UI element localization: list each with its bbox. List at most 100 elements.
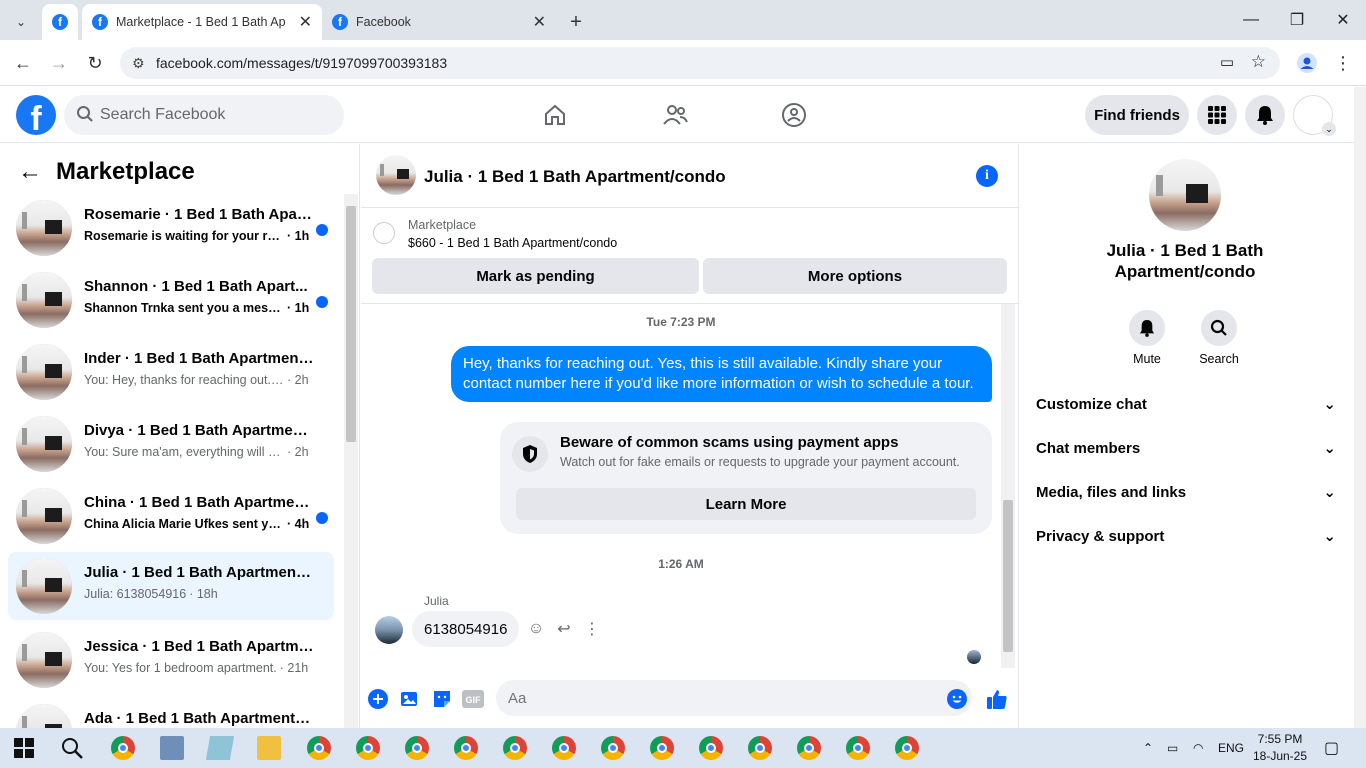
- back-button[interactable]: ←: [8, 48, 38, 78]
- media-files-links-section[interactable]: Media, files and links ⌄: [1036, 478, 1336, 506]
- conversation-list-scrollbar[interactable]: [344, 194, 358, 728]
- message-input[interactable]: [496, 680, 972, 716]
- more-actions-icon[interactable]: ⋮: [581, 618, 603, 640]
- page-scrollbar[interactable]: [1354, 87, 1366, 728]
- restore-button[interactable]: ❐: [1274, 0, 1320, 40]
- gif-icon[interactable]: GIF: [462, 688, 484, 710]
- customize-chat-section[interactable]: Customize chat ⌄: [1036, 390, 1336, 418]
- account-avatar[interactable]: ⌄: [1293, 95, 1336, 136]
- forward-button[interactable]: →: [44, 48, 74, 78]
- back-arrow-icon[interactable]: ←: [18, 158, 42, 186]
- sender-avatar[interactable]: [375, 616, 403, 644]
- privacy-support-section[interactable]: Privacy & support ⌄: [1036, 522, 1336, 550]
- windows-start-icon[interactable]: [14, 736, 38, 760]
- chrome-icon[interactable]: [307, 736, 331, 760]
- learn-more-button[interactable]: Learn More: [516, 488, 976, 520]
- chat-scrollbar[interactable]: [1001, 304, 1015, 668]
- close-tab-icon[interactable]: ✕: [299, 12, 312, 32]
- reload-button[interactable]: ↻: [80, 48, 110, 78]
- tab-facebook[interactable]: f Facebook ✕: [322, 4, 556, 40]
- conversation-item-inder[interactable]: Inder · 1 Bed 1 Bath Apartment/... You: …: [8, 338, 334, 406]
- incoming-message[interactable]: 6138054916: [412, 611, 520, 647]
- chat-avatar[interactable]: [376, 155, 416, 195]
- battery-icon[interactable]: ▭: [1167, 728, 1178, 768]
- info-icon[interactable]: i: [976, 165, 998, 187]
- chrome-icon[interactable]: [111, 736, 135, 760]
- bookmark-star-icon[interactable]: ☆: [1251, 52, 1266, 72]
- chrome-icon[interactable]: [601, 736, 625, 760]
- chrome-icon[interactable]: [454, 736, 478, 760]
- chat-title[interactable]: Julia · 1 Bed 1 Bath Apartment/condo: [424, 167, 726, 187]
- outgoing-message[interactable]: Hey, thanks for reaching out. Yes, this …: [451, 346, 992, 402]
- details-avatar[interactable]: [1149, 159, 1221, 231]
- conversation-item-jessica[interactable]: Jessica · 1 Bed 1 Bath Apartment... You:…: [8, 626, 334, 694]
- app-icon[interactable]: [160, 736, 184, 760]
- facebook-search-input[interactable]: Search Facebook: [64, 95, 344, 135]
- file-explorer-icon[interactable]: [257, 736, 281, 760]
- plus-icon[interactable]: [367, 688, 389, 710]
- tab-search-button[interactable]: ⌄: [6, 4, 32, 40]
- facebook-logo-icon[interactable]: f: [16, 95, 56, 135]
- chrome-icon[interactable]: [797, 736, 821, 760]
- chrome-icon[interactable]: [650, 736, 674, 760]
- find-friends-button[interactable]: Find friends: [1085, 95, 1189, 135]
- friends-icon[interactable]: [659, 99, 691, 131]
- sender-name: Julia: [424, 594, 449, 608]
- chrome-icon[interactable]: [748, 736, 772, 760]
- listing-image-placeholder[interactable]: [373, 222, 395, 244]
- wifi-icon[interactable]: ◠: [1193, 728, 1203, 768]
- details-title[interactable]: Julia · 1 Bed 1 Bath Apartment/condo: [1060, 240, 1310, 282]
- minimize-button[interactable]: —: [1228, 0, 1274, 40]
- conversation-item-divya[interactable]: Divya · 1 Bed 1 Bath Apartment/... You: …: [8, 410, 334, 478]
- groups-icon[interactable]: [778, 99, 810, 131]
- marketplace-label: Marketplace: [408, 218, 477, 232]
- chrome-icon[interactable]: [356, 736, 380, 760]
- search-placeholder: Search Facebook: [100, 106, 226, 123]
- search-icon: [1201, 310, 1237, 346]
- photo-icon[interactable]: [399, 688, 421, 710]
- new-tab-button[interactable]: +: [562, 4, 590, 40]
- notifications-bell-icon[interactable]: [1245, 95, 1285, 135]
- browser-menu-icon[interactable]: ⋮: [1328, 48, 1358, 78]
- react-emoji-icon[interactable]: ☺: [525, 618, 547, 640]
- mark-as-pending-button[interactable]: Mark as pending: [372, 258, 699, 294]
- search-icon[interactable]: [60, 736, 84, 760]
- profile-icon[interactable]: [1292, 48, 1322, 78]
- conversation-item-rosemarie[interactable]: Rosemarie · 1 Bed 1 Bath Apart... Rosema…: [8, 194, 334, 262]
- conversation-preview: Shannon Trnka sent you a mess...: [84, 301, 284, 315]
- sticker-icon[interactable]: [431, 688, 453, 710]
- tab-marketplace[interactable]: f Marketplace - 1 Bed 1 Bath Apa ✕: [82, 4, 322, 40]
- conversation-item-shannon[interactable]: Shannon · 1 Bed 1 Bath Apart... Shannon …: [8, 266, 334, 334]
- search-in-chat-button[interactable]: Search: [1189, 310, 1249, 366]
- site-info-icon[interactable]: ⚙: [132, 55, 145, 72]
- chrome-icon[interactable]: [846, 736, 870, 760]
- show-hidden-icons[interactable]: ⌃: [1143, 728, 1153, 768]
- close-tab-icon[interactable]: ✕: [533, 12, 546, 32]
- conversation-item-julia[interactable]: Julia · 1 Bed 1 Bath Apartment/c... Juli…: [8, 552, 334, 620]
- pinned-tab[interactable]: f: [42, 4, 78, 40]
- mute-button[interactable]: Mute: [1117, 310, 1177, 366]
- menu-grid-icon[interactable]: [1197, 95, 1237, 135]
- chrome-icon[interactable]: [895, 736, 919, 760]
- reply-icon[interactable]: ↩: [553, 618, 575, 640]
- url-field[interactable]: ⚙ facebook.com/messages/t/91970997003931…: [120, 47, 1280, 79]
- conversation-item-china[interactable]: China · 1 Bed 1 Bath Apartmen... China A…: [8, 482, 334, 550]
- emoji-icon[interactable]: [946, 688, 968, 710]
- chrome-icon[interactable]: [405, 736, 429, 760]
- system-clock[interactable]: 7:55 PM 18-Jun-25: [1250, 731, 1310, 765]
- chrome-icon[interactable]: [552, 736, 576, 760]
- chat-members-section[interactable]: Chat members ⌄: [1036, 434, 1336, 462]
- conversation-item-ada[interactable]: Ada · 1 Bed 1 Bath Apartment/c...: [8, 698, 334, 728]
- chrome-icon[interactable]: [699, 736, 723, 760]
- notification-center-icon[interactable]: ▢: [1324, 728, 1339, 768]
- chrome-icon[interactable]: [503, 736, 527, 760]
- app-icon[interactable]: [205, 736, 235, 760]
- install-app-icon[interactable]: ▭: [1220, 53, 1234, 71]
- chevron-down-icon: ⌄: [1323, 440, 1336, 457]
- home-icon[interactable]: [539, 99, 571, 131]
- language-indicator[interactable]: ENG: [1218, 728, 1244, 768]
- listing-price-title[interactable]: $660 - 1 Bed 1 Bath Apartment/condo: [408, 236, 617, 250]
- like-thumb-icon[interactable]: [986, 688, 1008, 710]
- close-window-button[interactable]: ✕: [1320, 0, 1366, 40]
- more-options-button[interactable]: More options: [703, 258, 1007, 294]
